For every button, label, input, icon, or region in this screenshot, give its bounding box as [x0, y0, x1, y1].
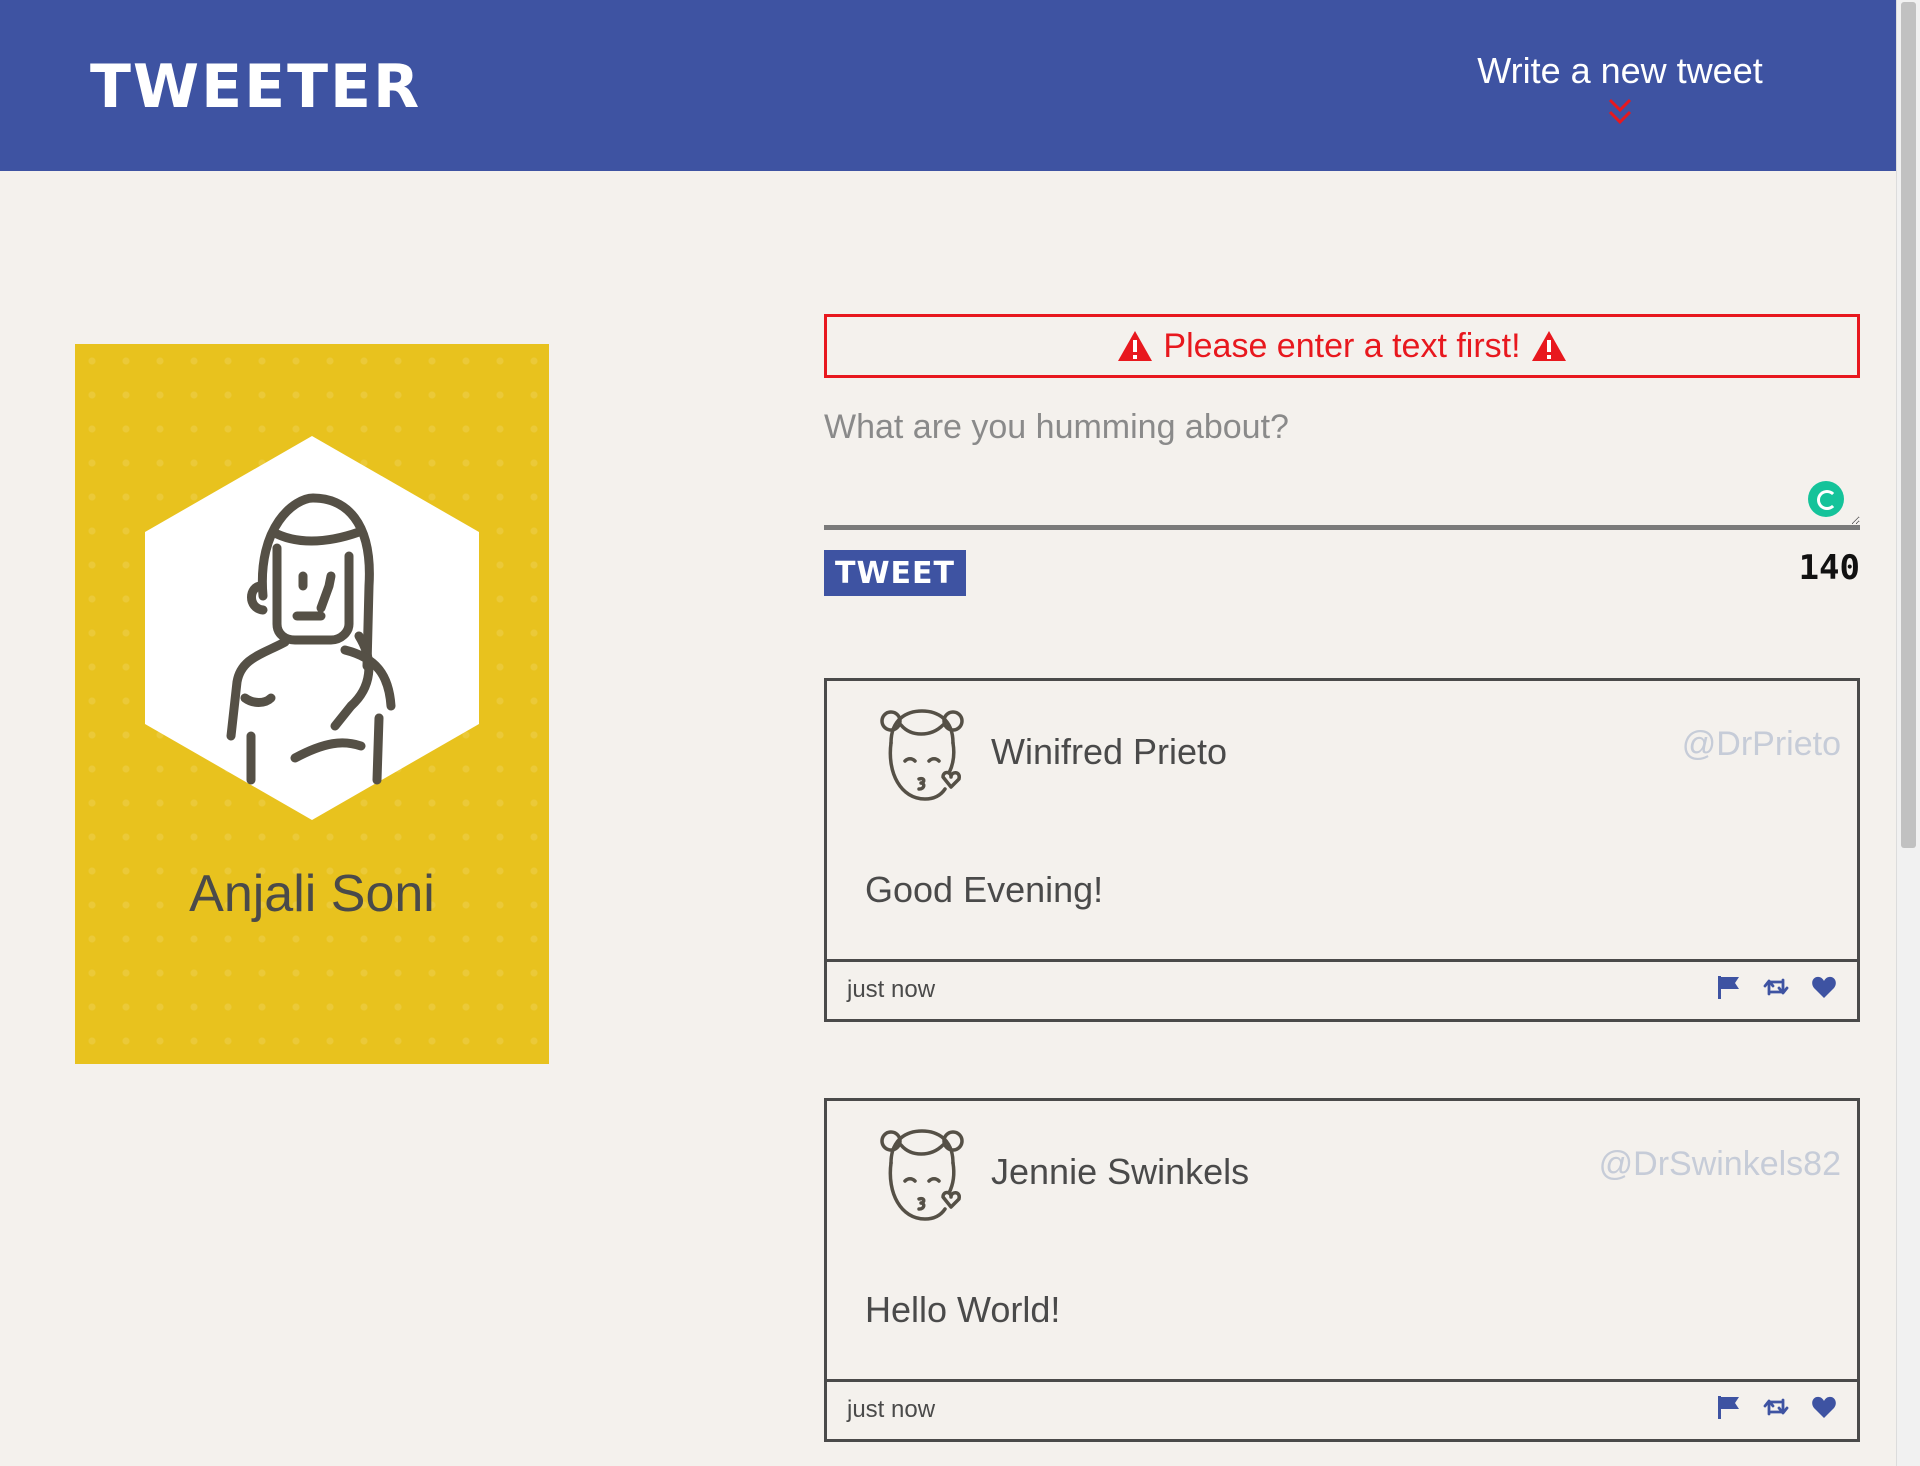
tweet-author: Winifred Prieto: [991, 731, 1228, 772]
error-message: Please enter a text first!: [824, 314, 1860, 378]
compose-toggle-bold: Write: [1477, 50, 1561, 91]
top-nav: TWEETER Write a new tweet: [0, 0, 1896, 171]
tweet-actions: [1715, 1394, 1837, 1420]
warning-icon: [1531, 331, 1566, 361]
character-counter: 140: [1798, 548, 1860, 588]
tweet-timestamp: just now: [847, 976, 936, 1003]
scrollbar-thumb[interactable]: [1901, 2, 1916, 848]
avatar: [880, 1129, 964, 1221]
heart-icon[interactable]: [1811, 1394, 1837, 1420]
tweet-card: Jennie Swinkels @DrSwinkels82 Hello Worl…: [824, 1098, 1860, 1442]
tweet-actions: [1715, 974, 1837, 1000]
tweet-input[interactable]: [824, 400, 1860, 530]
tweet-footer: just now: [827, 959, 1857, 1019]
retweet-icon[interactable]: [1763, 974, 1789, 1000]
heart-icon[interactable]: [1811, 974, 1837, 1000]
retweet-icon[interactable]: [1763, 1394, 1789, 1420]
tweet-author: Jennie Swinkels: [991, 1151, 1250, 1192]
tweet-text: Good Evening!: [865, 869, 1104, 910]
tweet-footer: just now: [827, 1379, 1857, 1439]
page-scrollbar[interactable]: [1896, 0, 1920, 1466]
tweet-button[interactable]: TWEET: [824, 550, 966, 596]
flag-icon[interactable]: [1715, 1394, 1741, 1420]
grammarly-icon[interactable]: [1808, 481, 1844, 517]
tweet-timestamp: just now: [847, 1396, 936, 1423]
profile-card: Anjali Soni: [75, 344, 549, 1064]
avatar: [880, 709, 964, 801]
logo[interactable]: TWEETER: [90, 52, 421, 122]
compose-toggle-rest: a new tweet: [1560, 50, 1763, 91]
profile-name: Anjali Soni: [189, 865, 435, 923]
chevron-double-down-icon[interactable]: [1606, 96, 1634, 128]
tweet-card: Winifred Prieto @DrPrieto Good Evening! …: [824, 678, 1860, 1022]
tweet-text: Hello World!: [865, 1289, 1061, 1330]
flag-icon[interactable]: [1715, 974, 1741, 1000]
profile-avatar: [145, 436, 479, 820]
error-text: Please enter a text first!: [1163, 326, 1521, 365]
tweet-handle: @DrSwinkels82: [1598, 1145, 1841, 1183]
tweet-handle: @DrPrieto: [1681, 725, 1841, 763]
write-new-tweet-toggle[interactable]: Write a new tweet: [1460, 50, 1780, 128]
warning-icon: [1118, 331, 1153, 361]
